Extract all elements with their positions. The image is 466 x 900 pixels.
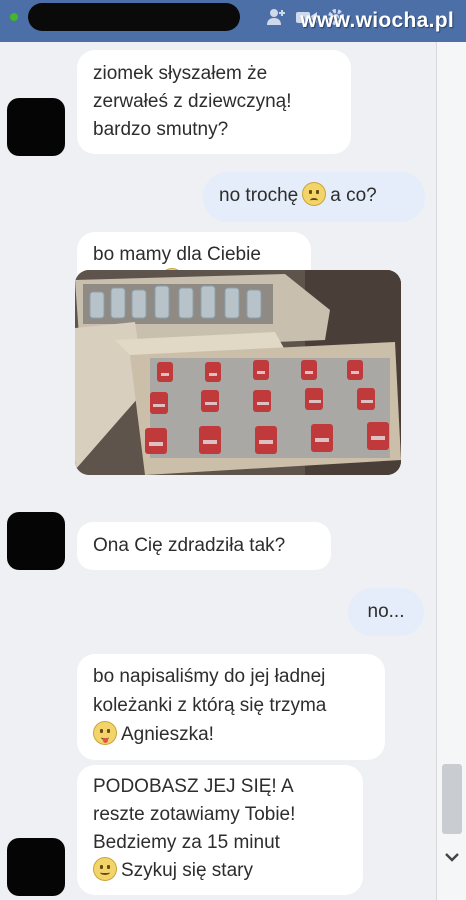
message-text: zerwałeś z dziewczyną! (93, 91, 292, 112)
message-text: bo mamy dla Ciebie (93, 244, 261, 265)
message-text: ziomek słyszałem że (93, 63, 268, 84)
chevron-down-icon[interactable] (443, 848, 461, 866)
message-text: a co? (330, 185, 377, 206)
chat-header: www.wiocha.pl (0, 0, 466, 43)
avatar (7, 98, 65, 156)
message-text: no trochę (219, 185, 299, 206)
message-text: PODOBASZ JEJ SIĘ! A (93, 776, 294, 797)
message-text: Szykuj się stary (121, 860, 253, 881)
add-people-icon[interactable] (266, 7, 286, 27)
avatar (7, 512, 65, 570)
scrollbar[interactable] (436, 42, 466, 900)
redacted-contact-name (28, 3, 240, 31)
message-bubble-sent: no trochę a co? (203, 172, 425, 222)
vodka-bottles-image (75, 270, 401, 475)
sad-emoji-icon (302, 182, 327, 206)
message-bubble-received: PODOBASZ JEJ SIĘ! A reszte zotawiamy Tob… (77, 765, 363, 895)
message-thread: ziomek słyszałem że zerwałeś z dziewczyn… (0, 42, 436, 900)
message-text: Bedziemy za 15 minut (93, 832, 280, 853)
watermark: www.wiocha.pl (300, 9, 454, 32)
smile-emoji-icon (93, 857, 117, 881)
message-text: Agnieszka! (121, 724, 214, 745)
message-text: bo napisaliśmy do jej ładnej (93, 666, 326, 687)
scrollbar-thumb[interactable] (442, 764, 462, 834)
message-bubble-received: ziomek słyszałem że zerwałeś z dziewczyn… (77, 50, 351, 154)
message-text: no... (367, 601, 405, 622)
message-bubble-received: bo napisaliśmy do jej ładnej koleżanki z… (77, 654, 385, 760)
message-text: Ona Cię zdradziła tak? (93, 535, 286, 556)
message-bubble-received: Ona Cię zdradziła tak? (77, 522, 331, 570)
message-text: reszte zotawiamy Tobie! (93, 804, 296, 825)
online-status-dot (10, 13, 18, 21)
message-text: koleżanki z którą się trzyma (93, 695, 327, 716)
avatar (7, 838, 65, 896)
photo-vodka-bottles[interactable] (75, 270, 401, 475)
message-text: bardzo smutny? (93, 119, 229, 140)
message-bubble-sent: no... (348, 588, 424, 636)
tongue-emoji-icon (93, 721, 117, 745)
